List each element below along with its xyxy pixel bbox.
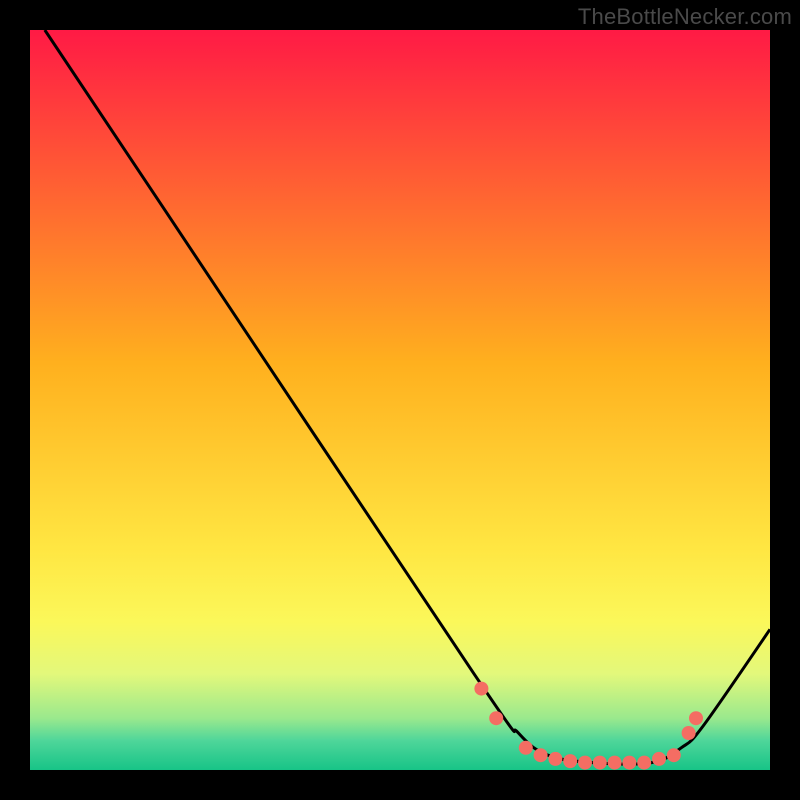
chart-svg: [30, 30, 770, 770]
attribution-label: TheBottleNecker.com: [578, 4, 792, 30]
sample-dot: [667, 748, 681, 762]
sample-dot: [689, 711, 703, 725]
sample-dot: [578, 756, 592, 770]
sample-dot: [608, 756, 622, 770]
sample-dot: [534, 748, 548, 762]
sample-dot: [593, 756, 607, 770]
sample-dot: [652, 752, 666, 766]
gradient-background: [30, 30, 770, 770]
sample-dot: [622, 756, 636, 770]
sample-dot: [519, 741, 533, 755]
sample-dot: [474, 682, 488, 696]
sample-dot: [682, 726, 696, 740]
sample-dot: [548, 752, 562, 766]
sample-dot: [489, 711, 503, 725]
sample-dot: [637, 756, 651, 770]
sample-dot: [563, 754, 577, 768]
plot-area: [30, 30, 770, 770]
chart-frame: TheBottleNecker.com: [0, 0, 800, 800]
